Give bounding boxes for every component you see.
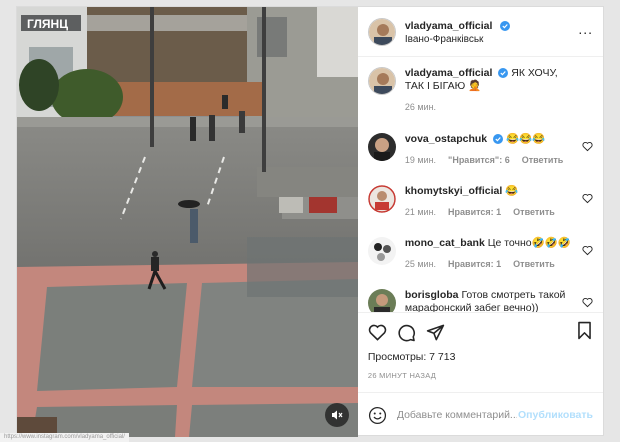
comments-list: vladyama_official ЯК ХОЧУ, ТАК І БІГАЮ 🤦… [358, 57, 603, 312]
comment-time[interactable]: 19 мин. [405, 154, 436, 167]
publish-button[interactable]: Опубликовать [518, 409, 593, 421]
comment-username[interactable]: vova_ostapchuk [405, 133, 487, 145]
reply-button[interactable]: Ответить [513, 206, 555, 219]
author-avatar[interactable] [367, 17, 396, 46]
post-modal: ГЛЯНЦ vladyama_official Івано-Франківськ… [16, 6, 604, 437]
comment-item: khomytskyi_official 😂 21 мин. Нравится: … [367, 185, 593, 237]
commenter-avatar[interactable] [367, 237, 396, 265]
speaker-muted-icon [332, 410, 343, 420]
verified-badge-icon [493, 134, 504, 144]
post-location[interactable]: Івано-Франківськ [405, 33, 510, 46]
like-heart-icon[interactable] [368, 323, 387, 342]
comment-item: vova_ostapchuk 😂😂😂 19 мин. "Нравится": 6… [367, 133, 593, 185]
comment-item: mono_cat_bank Це точно🤣🤣🤣 25 мин. Нравит… [367, 237, 593, 289]
add-comment-box: Опубликовать [357, 392, 603, 437]
comment-likes[interactable]: Нравится: 1 [448, 258, 501, 271]
like-comment-heart-icon[interactable] [582, 193, 593, 204]
reply-button[interactable]: Ответить [522, 154, 564, 167]
commenter-avatar[interactable] [367, 289, 396, 312]
comment-text: Це точно🤣🤣🤣 [487, 237, 571, 249]
comment-bubble-icon[interactable] [397, 323, 416, 342]
author-avatar[interactable] [367, 67, 396, 95]
comment-time[interactable]: 21 мин. [405, 206, 436, 219]
street-scene-image: ГЛЯНЦ [17, 7, 358, 437]
post-actions: Просмотры: 7 713 26 минут назад [357, 312, 603, 392]
svg-text:ГЛЯНЦ: ГЛЯНЦ [27, 17, 68, 31]
comment-username[interactable]: khomytskyi_official [405, 185, 502, 197]
bookmark-icon[interactable] [576, 321, 593, 340]
more-options-button[interactable]: ... [578, 22, 593, 36]
status-bar-url: https://www.instagram.com/vladyama_offic… [0, 433, 129, 442]
commenter-avatar[interactable] [367, 185, 396, 213]
comment-likes[interactable]: Нравится: 1 [448, 206, 501, 219]
verified-badge-icon [499, 20, 510, 31]
views-count[interactable]: Просмотры: 7 713 [368, 351, 593, 363]
post-time-ago[interactable]: 26 минут назад [368, 371, 593, 380]
comment-username[interactable]: borisgloba [405, 289, 459, 301]
like-comment-heart-icon[interactable] [582, 245, 593, 256]
like-comment-heart-icon[interactable] [582, 297, 593, 308]
reply-button[interactable]: Ответить [513, 258, 555, 271]
post-video[interactable]: ГЛЯНЦ [17, 7, 358, 437]
author-username[interactable]: vladyama_official [405, 20, 493, 32]
post-header: vladyama_official Івано-Франківськ ... [357, 7, 603, 57]
share-paper-plane-icon[interactable] [426, 323, 445, 342]
comment-text: 😂😂😂 [505, 133, 546, 145]
comment-time[interactable]: 25 мин. [405, 258, 436, 271]
comment-input[interactable] [396, 409, 517, 421]
caption: vladyama_official ЯК ХОЧУ, ТАК І БІГАЮ 🤦… [367, 67, 593, 133]
caption-username[interactable]: vladyama_official [405, 67, 493, 79]
comment-item: borisgloba Готов смотреть такой марафонс… [367, 289, 593, 312]
comment-text: 😂 [505, 185, 519, 197]
post-side-panel: vladyama_official Івано-Франківськ ... v… [357, 7, 603, 437]
caption-time[interactable]: 26 мин. [405, 101, 436, 114]
emoji-smiley-icon[interactable] [368, 406, 387, 425]
mute-toggle-button[interactable] [325, 403, 349, 427]
commenter-avatar[interactable] [367, 133, 396, 161]
verified-badge-icon [498, 68, 509, 78]
comment-likes[interactable]: "Нравится": 6 [448, 154, 510, 167]
comment-username[interactable]: mono_cat_bank [405, 237, 485, 249]
like-comment-heart-icon[interactable] [582, 141, 593, 152]
